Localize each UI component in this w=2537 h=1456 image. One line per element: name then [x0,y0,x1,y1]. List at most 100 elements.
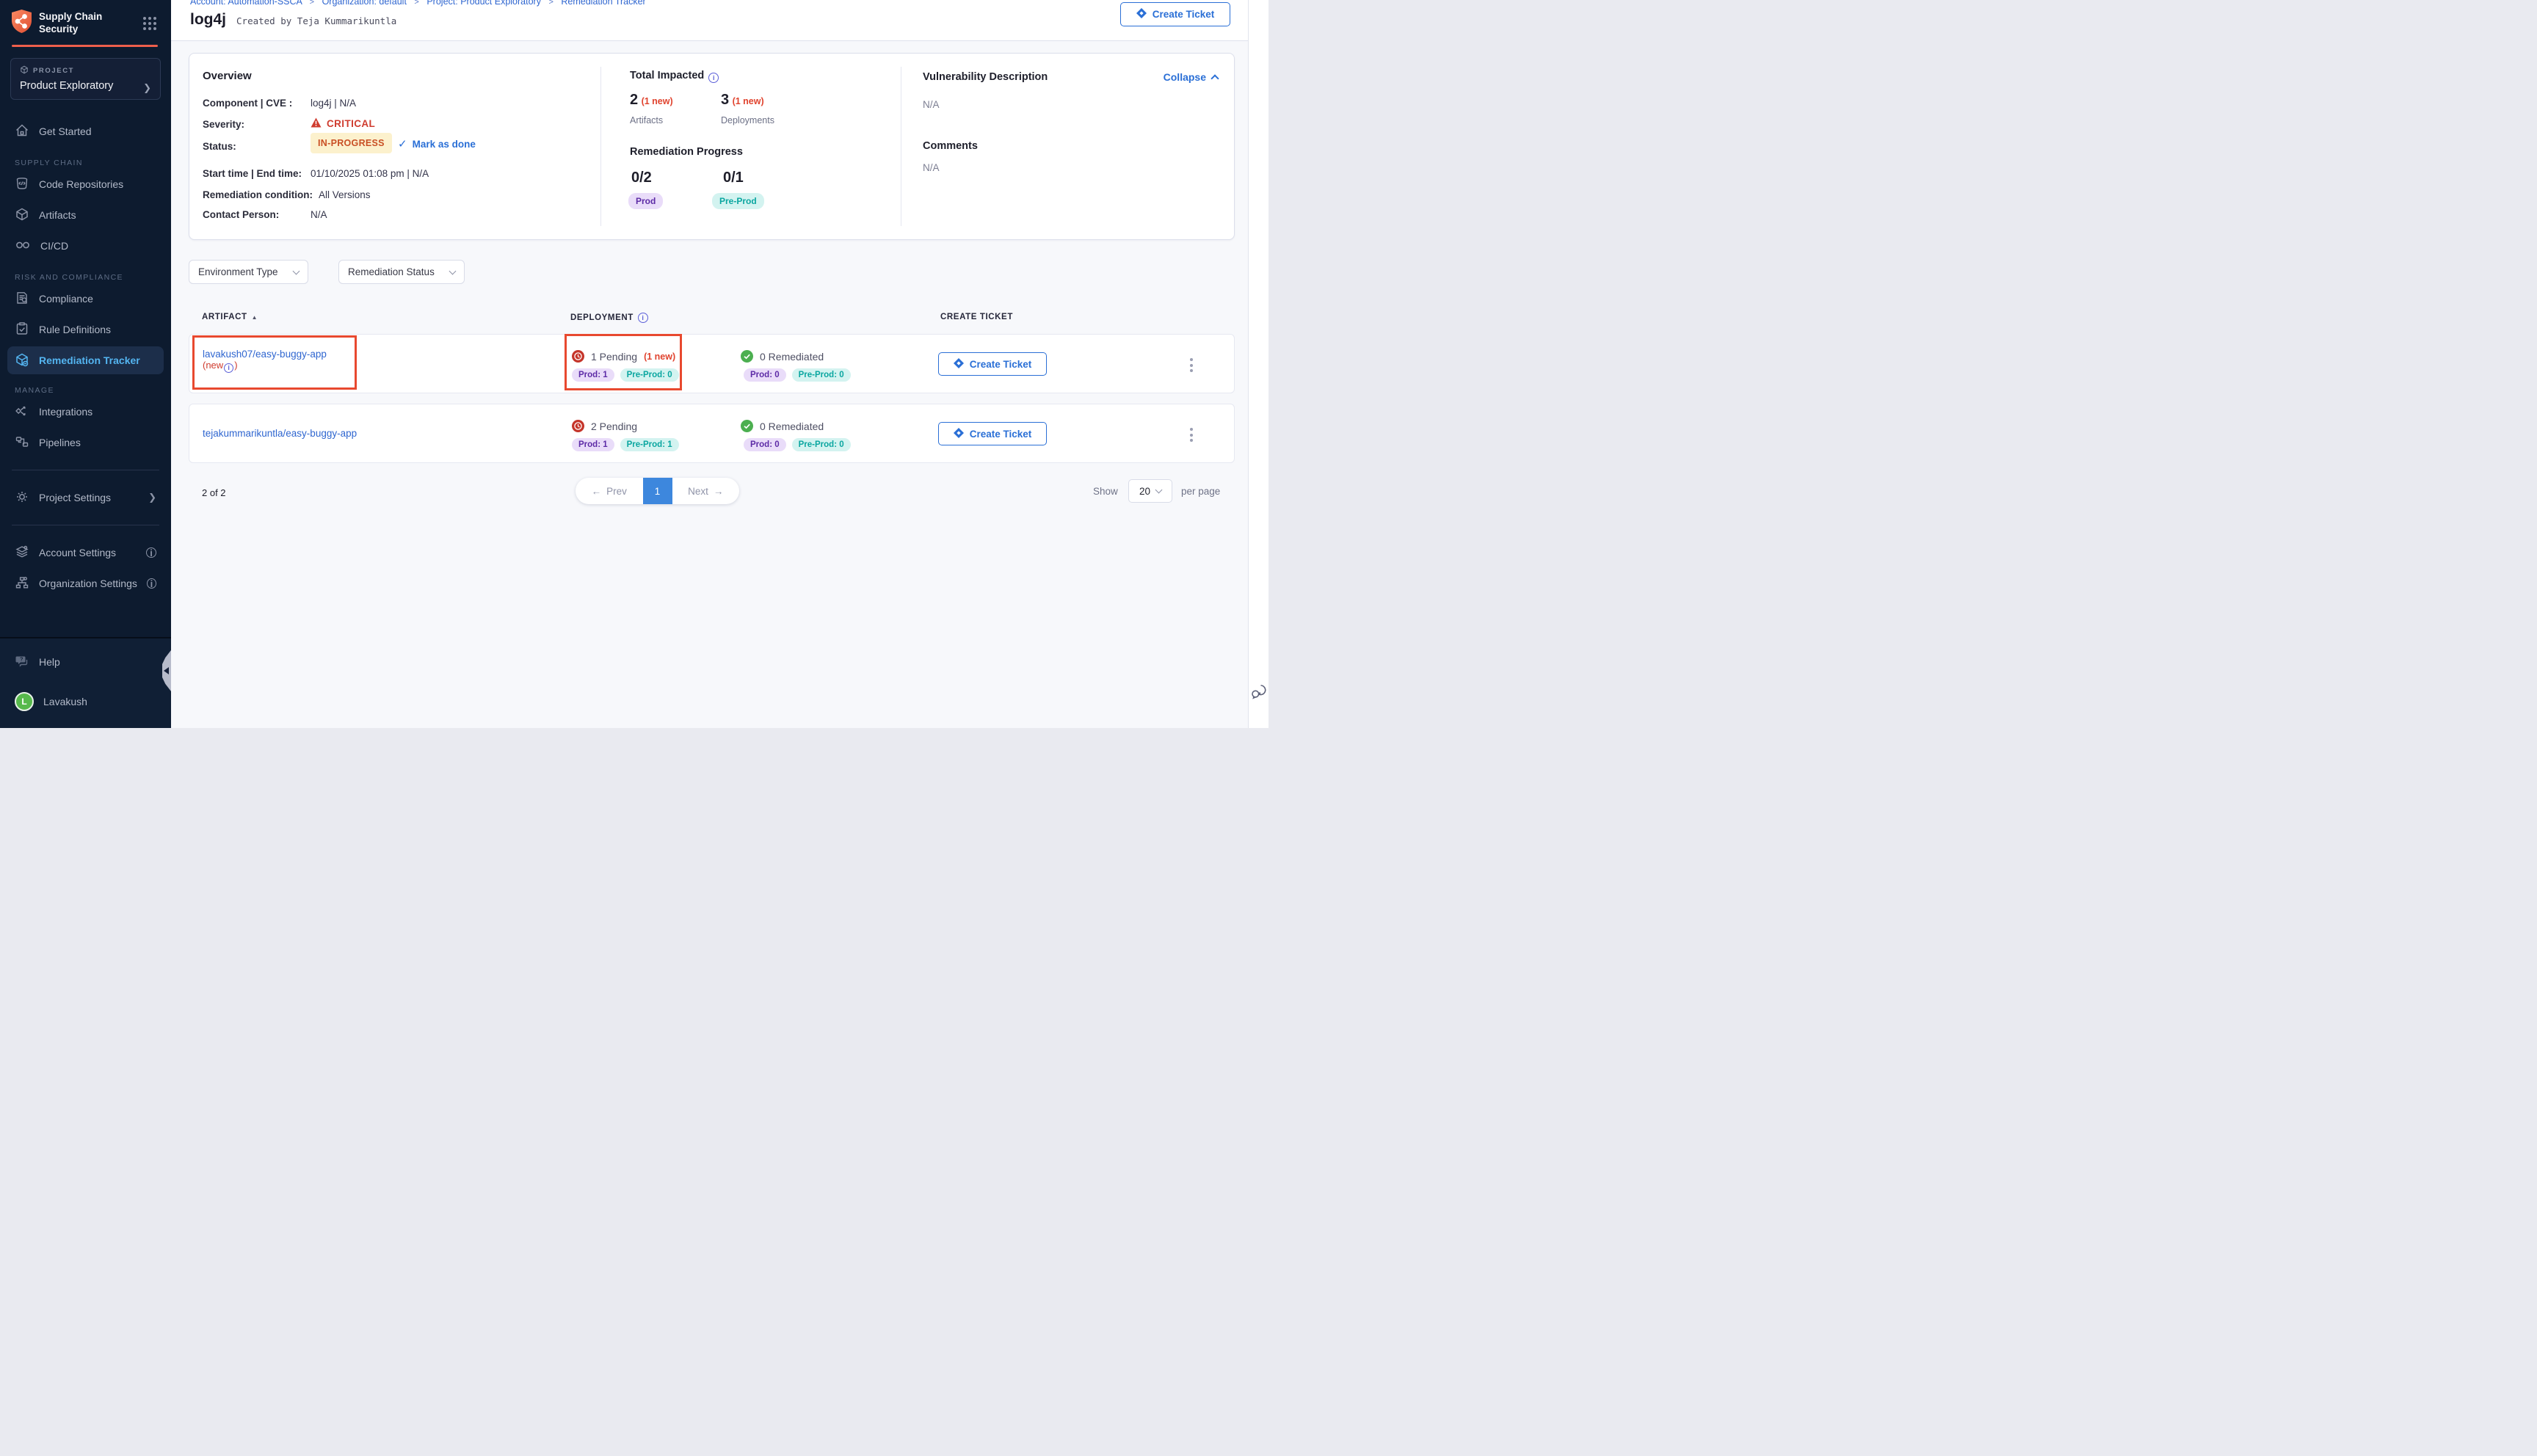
divider [600,67,601,226]
pending-count: 1 Pending [591,351,637,363]
row-menu-kebab-icon[interactable] [1187,355,1196,375]
breadcrumb-project[interactable]: Project: Product Exploratory [427,0,541,7]
warning-triangle-icon [311,117,322,130]
create-ticket-button-header[interactable]: Create Ticket [1120,2,1230,26]
chevron-down-icon [1155,487,1163,494]
page-title: log4j [190,11,226,29]
breadcrumb: Account: Automation-SSCA > Organization:… [190,0,646,7]
column-header-create-ticket: CREATE TICKET [940,313,1013,321]
severity-value: CRITICAL [311,117,375,130]
remediation-condition-value: All Versions [319,189,371,200]
per-page-label: per page [1181,486,1220,497]
sidebar-item-integrations[interactable]: Integrations [0,396,171,427]
app-screen: Supply ChainSecurity PROJECT Product Exp… [0,0,1268,728]
remediated-check-icon [741,420,753,432]
breadcrumb-account[interactable]: Account: Automation-SSCA [190,0,302,7]
pending-cell: 1 Pending (1 new) [572,350,675,363]
sidebar-user[interactable]: L Lavakush [0,685,171,718]
breadcrumb-organization[interactable]: Organization: default [322,0,407,7]
sidebar-item-account-settings[interactable]: Account Settings i [0,537,171,568]
preprod-progress-count: 0/1 [723,170,744,186]
sidebar-item-remediation-tracker[interactable]: Remediation Tracker [7,346,164,374]
artifacts-label: Artifacts [630,115,663,125]
brand-accent-bar [12,45,158,47]
code-repository-icon [15,176,29,193]
show-label: Show [1093,486,1118,497]
project-selector[interactable]: PROJECT Product Exploratory ❯ [10,58,161,100]
gear-icon [15,489,29,506]
environment-type-filter[interactable]: Environment Type [189,260,308,284]
time-label: Start time | End time: [203,168,302,179]
sidebar-item-organization-settings[interactable]: Organization Settings i [0,568,171,599]
page-header: Account: Automation-SSCA > Organization:… [171,0,1248,41]
artifact-link[interactable]: lavakush07/easy-buggy-app (newi) [203,349,327,373]
preprod-badge: Pre-Prod [712,193,764,209]
pending-badges: Prod: 1 Pre-Prod: 1 [572,438,679,451]
artifacts-new-count: (1 new) [642,96,673,106]
status-badge: IN-PROGRESS [311,133,392,153]
check-icon: ✓ [398,137,407,150]
column-header-deployment: DEPLOYMENT i [570,313,648,323]
triangle-left-icon [164,667,169,674]
impacted-deployments-count: 3 (1 new) [721,92,764,109]
sidebar-item-code-repositories[interactable]: Code Repositories [0,169,171,200]
sidebar-item-help[interactable]: ? Help [0,646,171,678]
info-icon[interactable]: i [147,578,156,589]
prev-page-button[interactable]: ← Prev [576,478,643,504]
time-value: 01/10/2025 01:08 pm | N/A [311,168,429,179]
severity-label: Severity: [203,119,244,130]
column-header-artifact[interactable]: ARTIFACT ▲ [202,313,258,321]
pending-new-count: (1 new) [644,352,675,362]
sidebar-item-cicd[interactable]: CI/CD [0,230,171,261]
remediated-badges: Prod: 0 Pre-Prod: 0 [744,438,851,451]
info-icon[interactable]: i [638,313,648,323]
app-grid-icon[interactable] [143,17,156,30]
next-page-button[interactable]: Next → [672,478,740,504]
info-icon[interactable]: i [224,363,233,373]
sidebar-item-artifacts[interactable]: Artifacts [0,200,171,230]
overview-heading: Overview [203,70,252,82]
info-icon[interactable]: i [708,73,719,83]
pagination-summary: 2 of 2 [202,487,226,498]
user-name: Lavakush [43,696,87,707]
project-name: Product Exploratory [20,80,151,92]
sidebar-item-rule-definitions[interactable]: Rule Definitions [0,314,171,345]
info-icon[interactable]: i [146,547,156,558]
chat-support-icon[interactable] [1251,683,1268,703]
preprod-badge: Pre-Prod: 0 [620,368,679,382]
sidebar-item-compliance[interactable]: Compliance [0,283,171,314]
collapse-toggle[interactable]: Collapse [1164,71,1218,83]
chevron-right-icon: ❯ [143,82,151,94]
sidebar-item-project-settings[interactable]: Project Settings ❯ [0,482,171,513]
compliance-doc-icon [15,291,29,307]
remediation-condition-label: Remediation condition: [203,189,313,200]
sort-ascending-icon: ▲ [252,314,258,321]
create-ticket-button-row[interactable]: Create Ticket [938,422,1047,445]
sidebar-item-pipelines[interactable]: Pipelines [0,427,171,458]
section-label-manage: MANAGE [0,386,171,395]
sidebar-item-get-started[interactable]: Get Started [0,116,171,147]
supply-chain-security-logo-icon [12,10,32,37]
component-cve-value: log4j | N/A [311,98,356,109]
artifact-link[interactable]: tejakummarikuntla/easy-buggy-app [203,428,357,439]
project-label-row: PROJECT [20,65,151,76]
breadcrumb-separator: > [548,0,553,7]
avatar: L [15,692,34,711]
chevron-down-icon [293,267,300,274]
row-menu-kebab-icon[interactable] [1187,425,1196,445]
remediation-status-filter[interactable]: Remediation Status [338,260,465,284]
layers-gear-icon [15,545,29,561]
arrow-right-icon: → [714,486,724,497]
overview-card: Overview Component | CVE : log4j | N/A S… [189,53,1235,240]
create-ticket-button-row[interactable]: Create Ticket [938,352,1047,376]
preprod-badge: Pre-Prod: 0 [792,438,851,451]
page-subtitle: Created by Teja Kummarikuntla [236,15,396,26]
brand-title: Supply ChainSecurity [39,10,102,36]
svg-text:?: ? [20,655,23,662]
breadcrumb-current[interactable]: Remediation Tracker [561,0,645,7]
mark-as-done-link[interactable]: ✓ Mark as done [398,137,476,150]
diamond-ticket-icon [1136,8,1147,21]
page-size-select[interactable]: 20 [1128,479,1172,503]
remediated-cell: 0 Remediated [741,350,824,363]
current-page-button[interactable]: 1 [643,478,672,504]
